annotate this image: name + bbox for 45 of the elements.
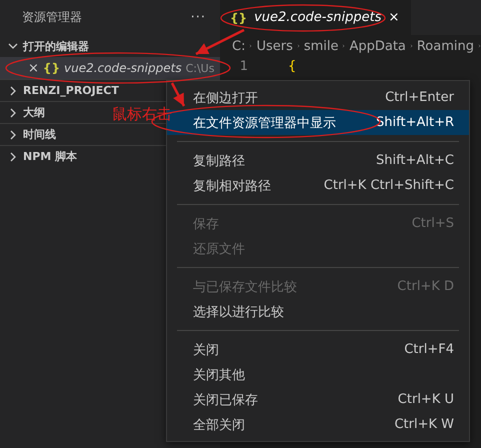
section-header[interactable]: 打开的编辑器 — [0, 35, 220, 57]
shortcut-text: Shift+Alt+C — [376, 153, 454, 168]
tab-label: vue2.code-snippets — [254, 10, 382, 25]
chevron-right-icon[interactable] — [8, 130, 18, 140]
breadcrumb-item[interactable]: Users — [256, 38, 293, 54]
arrow — [195, 28, 245, 56]
open-editor-item[interactable]: × {} vue2.code-snippets C:\Us — [0, 57, 220, 79]
menu-item[interactable]: 关闭 Ctrl+F4 — [167, 337, 469, 362]
shortcut-text: Ctrl+K U — [398, 392, 454, 407]
menu-item[interactable]: 选择以进行比较 — [167, 299, 469, 324]
shortcut-text: Ctrl+K W — [394, 417, 454, 432]
editor-tab[interactable]: {} vue2.code-snippets × — [220, 0, 412, 35]
section-title: 打开的编辑器 — [23, 38, 89, 54]
shortcut-text: Ctrl+K Ctrl+Shift+C — [324, 178, 454, 193]
breadcrumb-item[interactable]: C: — [232, 38, 246, 54]
section-title: NPM 脚本 — [23, 149, 78, 164]
shortcut-text: Ctrl+K D — [397, 279, 454, 294]
chevron-right-icon[interactable] — [8, 152, 18, 162]
line-number: 1 — [238, 59, 248, 74]
arrow — [170, 82, 186, 107]
close-button[interactable]: × — [388, 10, 400, 25]
chevron-down-icon[interactable] — [8, 41, 18, 51]
file-name: vue2.code-snippets — [64, 61, 182, 75]
breadcrumb-item[interactable]: AppData — [349, 38, 406, 54]
chevron-right-icon[interactable] — [8, 86, 18, 96]
breadcrumb-item[interactable]: smile — [304, 38, 338, 54]
panel-title: 资源管理器 — [22, 9, 82, 26]
menu-item[interactable]: 关闭其他 — [167, 362, 469, 387]
code-text: { — [288, 59, 296, 74]
menu-item[interactable]: 全部关闭 Ctrl+K W — [167, 412, 469, 437]
section-title: 大纲 — [23, 105, 45, 120]
file-type-icon: {} — [42, 61, 60, 75]
file-type-icon: {} — [230, 10, 248, 24]
section-title: 时间线 — [23, 127, 56, 142]
section-title: RENZI_PROJECT — [23, 84, 119, 97]
breadcrumb-item[interactable]: Roaming — [416, 38, 474, 54]
shortcut-text: Ctrl+Enter — [385, 90, 454, 105]
chevron-right-icon[interactable] — [8, 108, 18, 118]
menu-item[interactable]: 关闭已保存 Ctrl+K U — [167, 387, 469, 412]
shortcut-text: Ctrl+S — [412, 216, 454, 231]
file-path: C:\Us — [186, 62, 214, 74]
close-button[interactable]: × — [28, 60, 39, 76]
shortcut-text: Ctrl+F4 — [404, 342, 454, 357]
more-actions-button[interactable]: ··· — [190, 10, 206, 25]
menu-item[interactable]: 复制相对路径 Ctrl+K Ctrl+Shift+C — [167, 173, 469, 198]
